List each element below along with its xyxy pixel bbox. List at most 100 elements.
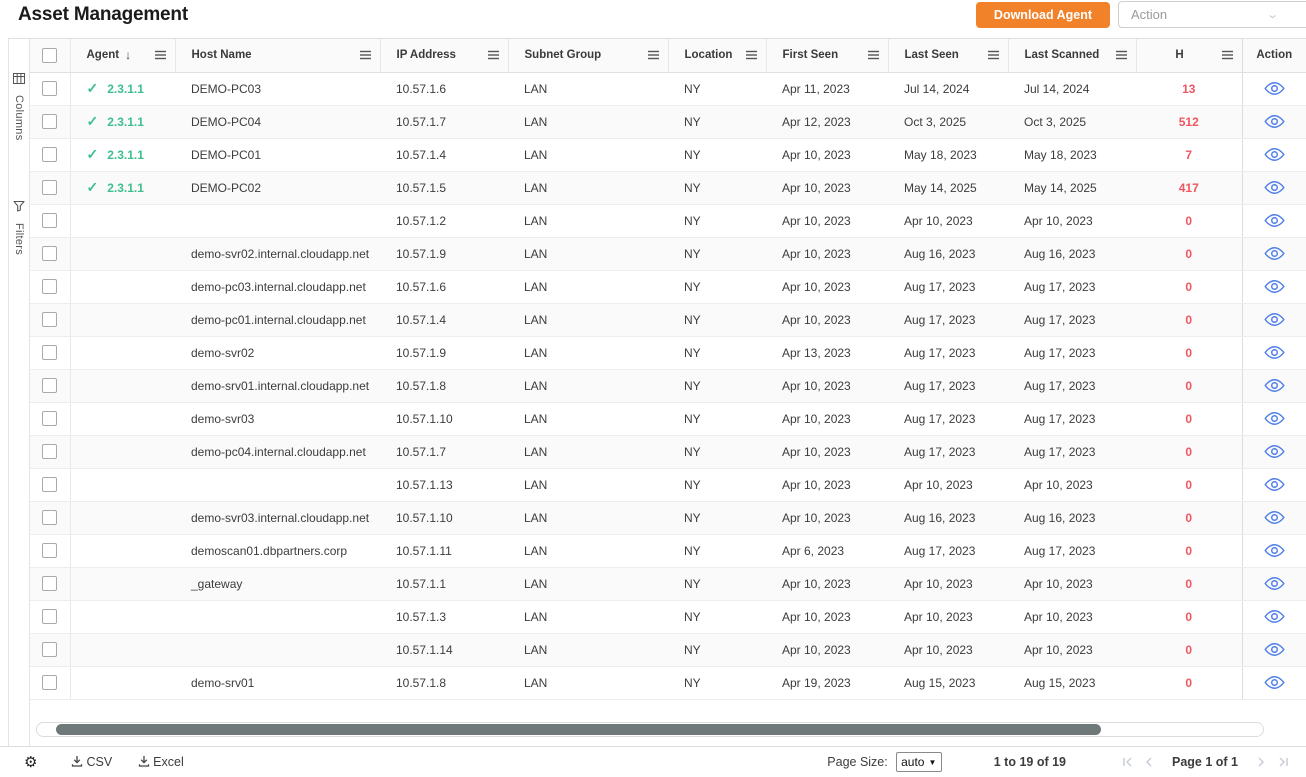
view-eye-icon[interactable] [1263,510,1286,525]
view-eye-icon[interactable] [1263,114,1286,129]
ip-address-cell: 10.57.1.1 [380,567,508,600]
row-checkbox[interactable] [42,345,57,360]
action-dropdown-label: Action [1131,7,1167,22]
download-agent-button[interactable]: Download Agent [976,2,1110,28]
row-checkbox[interactable] [42,147,57,162]
view-eye-icon[interactable] [1263,543,1286,558]
view-eye-icon[interactable] [1263,180,1286,195]
view-eye-icon[interactable] [1263,213,1286,228]
column-menu-icon[interactable] [647,50,660,60]
table-row: ✓ demo-srv01 10.57.1.8 LAN NY Apr 19, 20… [30,666,1306,699]
host-count-cell: 0 [1136,303,1242,336]
row-checkbox[interactable] [42,246,57,261]
row-checkbox[interactable] [42,114,57,129]
column-header-h[interactable]: H [1136,39,1242,72]
first-page-button[interactable] [1118,753,1136,771]
previous-page-button[interactable] [1140,753,1158,771]
subnet-group-cell: LAN [508,633,668,666]
last-page-button[interactable] [1274,753,1292,771]
view-eye-icon[interactable] [1263,147,1286,162]
row-checkbox[interactable] [42,411,57,426]
select-all-checkbox[interactable] [42,48,57,63]
last-scanned-cell: Aug 17, 2023 [1008,336,1136,369]
view-eye-icon[interactable] [1263,477,1286,492]
column-header-subnet-group[interactable]: Subnet Group [508,39,668,72]
column-header-location[interactable]: Location [668,39,766,72]
agent-cell: ✓ [70,237,175,270]
view-eye-icon[interactable] [1263,246,1286,261]
view-eye-icon[interactable] [1263,675,1286,690]
first-seen-cell: Apr 10, 2023 [766,237,888,270]
column-menu-icon[interactable] [745,50,758,60]
row-checkbox[interactable] [42,675,57,690]
row-checkbox[interactable] [42,279,57,294]
table-row: ✓ demoscan01.dbpartners.corp 10.57.1.11 … [30,534,1306,567]
column-header-agent[interactable]: Agent ↓ [70,39,175,72]
gear-icon[interactable]: ⚙ [24,755,37,770]
ip-address-cell: 10.57.1.6 [380,72,508,105]
column-header-last-seen[interactable]: Last Seen [888,39,1008,72]
location-cell: NY [668,72,766,105]
horizontal-scrollbar-thumb[interactable] [56,724,1101,735]
host-count-cell: 0 [1136,534,1242,567]
location-cell: NY [668,600,766,633]
column-header-last-scanned[interactable]: Last Scanned [1008,39,1136,72]
view-eye-icon[interactable] [1263,312,1286,327]
column-menu-icon[interactable] [487,50,500,60]
ip-address-cell: 10.57.1.7 [380,435,508,468]
column-header-ip-address[interactable]: IP Address [380,39,508,72]
location-cell: NY [668,303,766,336]
action-dropdown[interactable]: Action ⌄ [1118,1,1306,28]
subnet-group-cell: LAN [508,138,668,171]
row-checkbox[interactable] [42,444,57,459]
page-size-select[interactable]: auto ▼ [896,752,942,772]
row-checkbox[interactable] [42,609,57,624]
row-checkbox[interactable] [42,642,57,657]
last-seen-cell: Aug 17, 2023 [888,402,1008,435]
action-cell [1242,435,1306,468]
action-cell [1242,666,1306,699]
side-rail: Columns Filters [8,39,30,746]
row-checkbox[interactable] [42,510,57,525]
row-checkbox[interactable] [42,576,57,591]
export-csv-button[interactable]: CSV [71,755,112,770]
column-menu-icon[interactable] [867,50,880,60]
ip-address-cell: 10.57.1.4 [380,303,508,336]
column-menu-icon[interactable] [1221,50,1234,60]
view-eye-icon[interactable] [1263,642,1286,657]
view-eye-icon[interactable] [1263,378,1286,393]
last-seen-cell: Aug 17, 2023 [888,303,1008,336]
filter-funnel-icon [13,199,25,217]
subnet-group-cell: LAN [508,468,668,501]
filters-panel-toggle[interactable]: Filters [13,199,25,255]
view-eye-icon[interactable] [1263,576,1286,591]
view-eye-icon[interactable] [1263,81,1286,96]
view-eye-icon[interactable] [1263,444,1286,459]
row-checkbox[interactable] [42,543,57,558]
select-all-header-cell [30,39,70,72]
row-checkbox[interactable] [42,81,57,96]
row-checkbox[interactable] [42,213,57,228]
view-eye-icon[interactable] [1263,609,1286,624]
row-checkbox[interactable] [42,378,57,393]
columns-panel-toggle[interactable]: Columns [13,71,25,141]
next-page-button[interactable] [1252,753,1270,771]
agent-check-icon: ✓ [87,146,99,163]
view-eye-icon[interactable] [1263,345,1286,360]
view-eye-icon[interactable] [1263,279,1286,294]
export-excel-button[interactable]: Excel [138,755,184,770]
column-menu-icon[interactable] [359,50,372,60]
view-eye-icon[interactable] [1263,411,1286,426]
row-checkbox[interactable] [42,180,57,195]
column-header-host-name[interactable]: Host Name [175,39,380,72]
table-row: ✓ _gateway 10.57.1.1 LAN NY Apr 10, 2023… [30,567,1306,600]
column-menu-icon[interactable] [987,50,1000,60]
row-checkbox[interactable] [42,312,57,327]
column-menu-icon[interactable] [1115,50,1128,60]
column-header-first-seen[interactable]: First Seen [766,39,888,72]
column-menu-icon[interactable] [154,50,167,60]
table-container: Agent ↓ Host Name IP Address [30,39,1306,746]
row-checkbox[interactable] [42,477,57,492]
host-name-cell: demo-srv01 [175,666,380,699]
subnet-group-cell: LAN [508,435,668,468]
